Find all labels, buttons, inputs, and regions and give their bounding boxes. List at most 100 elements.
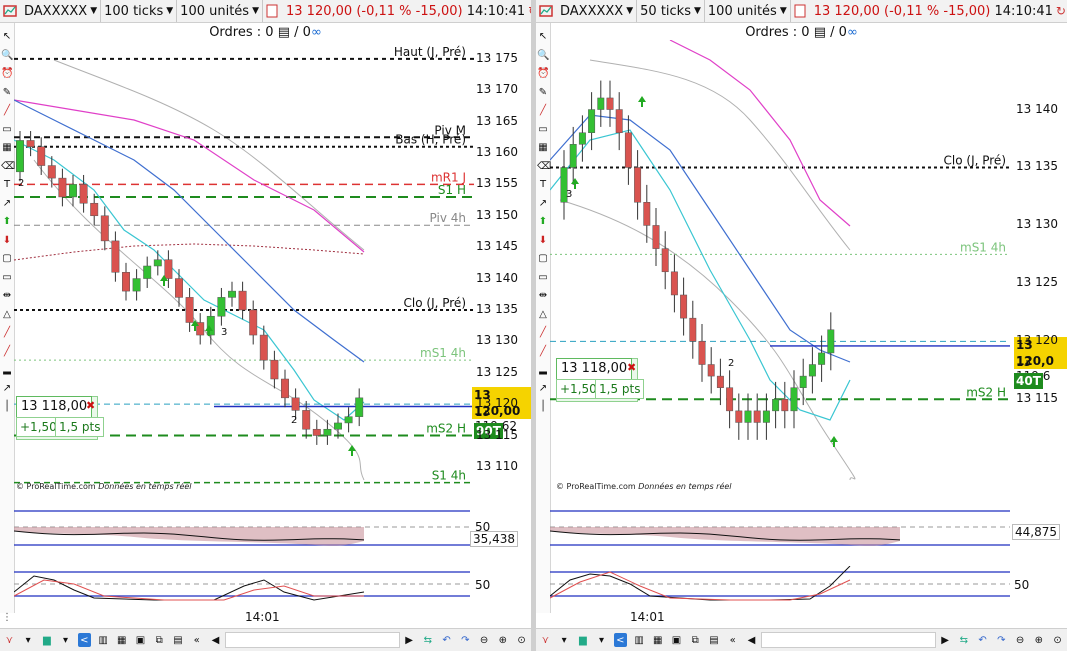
close-position-icon[interactable]: ✖: [86, 399, 95, 412]
zoom-in-icon[interactable]: ⊕: [496, 633, 509, 647]
scroll-right-icon[interactable]: ▶: [403, 633, 416, 647]
trash-icon[interactable]: ╱: [1, 346, 13, 358]
undo-icon[interactable]: ↶: [440, 633, 453, 647]
share-icon[interactable]: <: [77, 633, 91, 647]
chevron-down-icon[interactable]: ▾: [558, 633, 571, 647]
trash-icon[interactable]: ▭: [537, 124, 549, 136]
chart-type-icon[interactable]: ▆: [40, 633, 53, 647]
price-chart[interactable]: Clo (J, Pré) mS1 4h mS2 H 3 2: [550, 40, 1010, 492]
zoom-reset-icon[interactable]: ⊙: [1051, 633, 1064, 647]
units-selector[interactable]: 100 unités ▼: [705, 0, 791, 22]
redo-icon[interactable]: ↷: [459, 633, 472, 647]
indicator-icon[interactable]: ⋎: [3, 633, 16, 647]
oscillator-panel-2[interactable]: [550, 566, 1010, 608]
scroll-right-icon[interactable]: ▶: [939, 633, 952, 647]
arrow-up-icon[interactable]: ↗: [1, 383, 13, 395]
line-icon[interactable]: ╱: [537, 105, 549, 117]
indicator-icon[interactable]: ⋎: [539, 633, 552, 647]
oscillator-panel-1[interactable]: [14, 507, 470, 565]
zoom-in-icon[interactable]: ⊕: [1032, 633, 1045, 647]
arrow-down-icon[interactable]: T: [1, 179, 13, 191]
pencil-icon[interactable]: △: [537, 309, 549, 321]
alarm-icon[interactable]: ⏰: [537, 68, 549, 80]
template-icon[interactable]: ▦: [115, 633, 128, 647]
oscillator-panel-1[interactable]: [550, 507, 1010, 565]
line-icon[interactable]: ╱: [1, 105, 13, 117]
link-icon[interactable]: ∞: [311, 25, 322, 40]
chart-icon[interactable]: [3, 4, 17, 18]
time-scrollbar[interactable]: [760, 632, 936, 648]
instrument-selector[interactable]: DAXXXXX ▼: [21, 0, 102, 22]
oscillator-panel-2[interactable]: [14, 566, 470, 608]
arrow-up-icon[interactable]: ↗: [537, 383, 549, 395]
refresh-icon[interactable]: ⇆: [957, 633, 970, 647]
orders-icon[interactable]: ▤: [278, 25, 290, 40]
triangle-icon[interactable]: ⬇: [537, 235, 549, 247]
scroll-start-icon[interactable]: «: [726, 633, 739, 647]
alarm-icon[interactable]: ⇹: [537, 290, 549, 302]
text-icon[interactable]: ▦: [537, 142, 549, 154]
grid-icon[interactable]: ▤: [708, 633, 721, 647]
zoom-icon[interactable]: ▭: [1, 272, 13, 284]
units-selector[interactable]: 100 unités ▼: [177, 0, 263, 22]
line-icon[interactable]: ╱: [1, 327, 13, 339]
trash-icon[interactable]: ╱: [537, 346, 549, 358]
dots-icon[interactable]: ⋮: [2, 612, 12, 623]
document-icon[interactable]: [794, 4, 806, 18]
time-scrollbar[interactable]: [224, 632, 400, 648]
arrow-up-icon[interactable]: ⌫: [1, 161, 15, 173]
zoom-icon[interactable]: 🔍: [1, 50, 13, 62]
undo-icon[interactable]: ↶: [976, 633, 989, 647]
alarm-icon[interactable]: ⇹: [1, 290, 13, 302]
calendar-icon[interactable]: ▣: [670, 633, 683, 647]
refresh-icon[interactable]: ↻: [1056, 4, 1066, 18]
triangle-icon[interactable]: ⬇: [1, 235, 13, 247]
alarm-icon[interactable]: ⏰: [1, 68, 13, 80]
instrument-selector[interactable]: DAXXXXX ▼: [557, 0, 638, 22]
arrow-down-icon[interactable]: │: [537, 401, 549, 413]
window-icon[interactable]: ⧉: [153, 633, 166, 647]
fibonacci-icon[interactable]: ⬆: [537, 216, 549, 228]
pencil-icon[interactable]: △: [1, 309, 13, 321]
chevron-down-icon[interactable]: ▾: [595, 633, 608, 647]
scroll-start-icon[interactable]: «: [190, 633, 203, 647]
redo-icon[interactable]: ↷: [995, 633, 1008, 647]
rectangle-icon[interactable]: ↗: [537, 198, 549, 210]
pencil-icon[interactable]: ✎: [1, 87, 13, 99]
layout-icon[interactable]: ▥: [633, 633, 646, 647]
pointer-icon[interactable]: ▢: [1, 253, 13, 265]
calendar-icon[interactable]: ▣: [134, 633, 147, 647]
scroll-left-icon[interactable]: ◀: [745, 633, 758, 647]
chevron-down-icon[interactable]: ▾: [59, 633, 72, 647]
trash-icon[interactable]: ▭: [1, 124, 13, 136]
zoom-out-icon[interactable]: ⊖: [478, 633, 491, 647]
share-icon[interactable]: <: [613, 633, 627, 647]
rectangle-icon[interactable]: ↗: [1, 198, 13, 210]
scroll-left-icon[interactable]: ◀: [209, 633, 222, 647]
arrow-down-icon[interactable]: │: [1, 401, 13, 413]
refresh-icon[interactable]: ⇆: [421, 633, 434, 647]
line-icon[interactable]: ╱: [537, 327, 549, 339]
ticks-selector[interactable]: 50 ticks ▼: [637, 0, 705, 22]
chevron-down-icon[interactable]: ▾: [22, 633, 35, 647]
ticks-selector[interactable]: 100 ticks ▼: [101, 0, 178, 22]
text-icon[interactable]: ▂: [1, 364, 13, 376]
text-icon[interactable]: ▦: [1, 142, 13, 154]
layout-icon[interactable]: ▥: [97, 633, 110, 647]
pencil-icon[interactable]: ✎: [537, 87, 549, 99]
orders-icon[interactable]: ▤: [814, 25, 826, 40]
zoom-reset-icon[interactable]: ⊙: [515, 633, 528, 647]
close-position-icon[interactable]: ✖: [627, 361, 636, 374]
arrow-down-icon[interactable]: T: [537, 179, 549, 191]
zoom-icon[interactable]: 🔍: [537, 50, 549, 62]
text-icon[interactable]: ▂: [537, 364, 549, 376]
pointer-icon[interactable]: ▢: [537, 253, 549, 265]
link-icon[interactable]: ∞: [847, 25, 858, 40]
chart-type-icon[interactable]: ▆: [576, 633, 589, 647]
zoom-icon[interactable]: ▭: [537, 272, 549, 284]
grid-icon[interactable]: ▤: [172, 633, 185, 647]
zoom-out-icon[interactable]: ⊖: [1014, 633, 1027, 647]
arrow-up-icon[interactable]: ⌫: [537, 161, 551, 173]
template-icon[interactable]: ▦: [651, 633, 664, 647]
chart-icon[interactable]: [539, 4, 553, 18]
